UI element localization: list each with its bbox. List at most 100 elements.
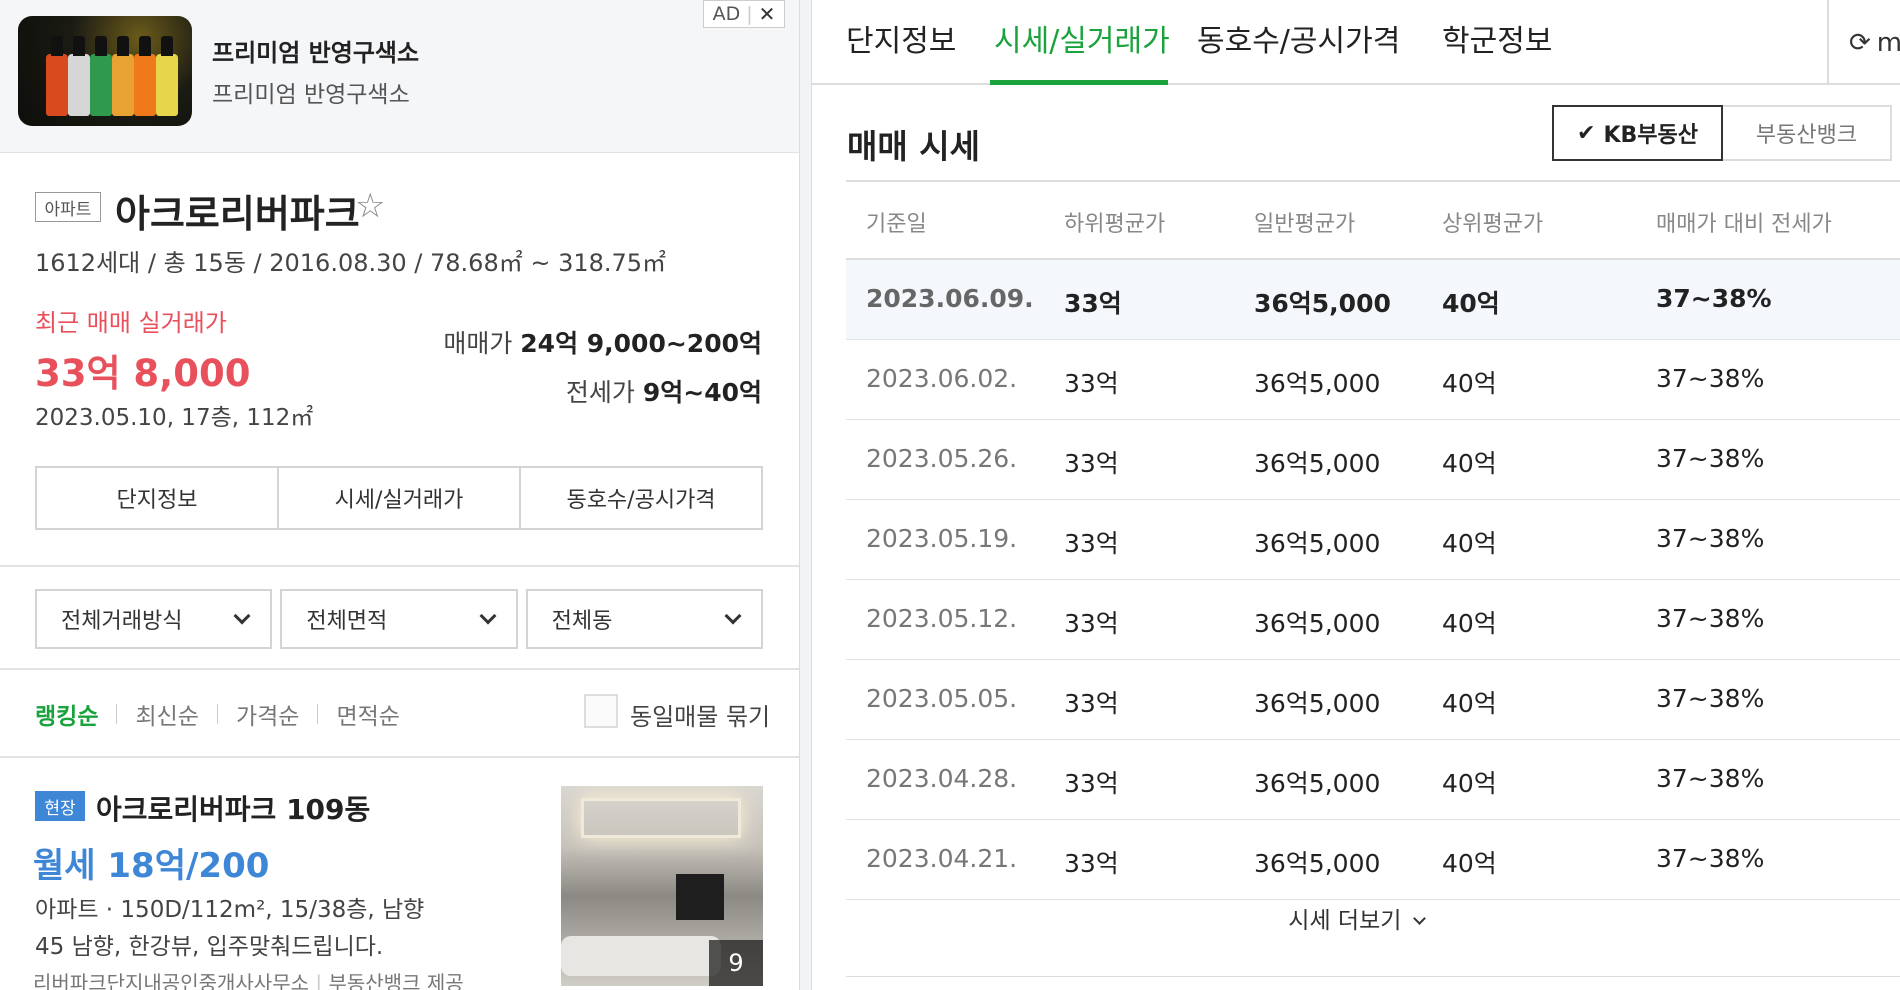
group-listings-checkbox[interactable] bbox=[584, 694, 618, 728]
detail-tabs: 단지정보 시세/실거래가 동호수/공시가격 학군정보 ⟳ m bbox=[812, 0, 1900, 85]
ad-bottle-image bbox=[112, 36, 134, 116]
agent-name[interactable]: 리버파크단지내공인중개사사무소 bbox=[33, 971, 309, 990]
refresh-icon: ⟳ bbox=[1849, 27, 1871, 58]
row-date: 2023.06.02. bbox=[866, 364, 1018, 393]
ad-bottle-image bbox=[134, 36, 156, 116]
listing-badge: 현장 bbox=[35, 791, 85, 821]
sort-options: 랭킹순 최신순 가격순 면적순 bbox=[35, 697, 400, 731]
row-low-avg: 33억 bbox=[1064, 849, 1119, 878]
more-label: 시세 더보기 bbox=[1288, 908, 1402, 934]
row-avg: 36억5,000 bbox=[1254, 449, 1381, 478]
ad-subtitle[interactable]: 프리미엄 반영구색소 bbox=[212, 75, 410, 109]
sort-price[interactable]: 가격순 bbox=[236, 697, 299, 731]
refresh-text: m bbox=[1876, 27, 1900, 58]
sort-latest[interactable]: 최신순 bbox=[135, 697, 198, 731]
tab-market-price[interactable]: 시세/실거래가 bbox=[994, 16, 1170, 60]
row-date: 2023.05.26. bbox=[866, 444, 1018, 473]
source-toggle: ✔ KB부동산 부동산뱅크 bbox=[1552, 105, 1892, 161]
table-header: 기준일 하위평균가 일반평균가 상위평균가 매매가 대비 전세가 bbox=[846, 180, 1900, 260]
close-icon[interactable]: ✕ bbox=[759, 2, 776, 26]
row-high-avg: 40억 bbox=[1442, 449, 1497, 478]
row-lease-ratio: 37~38% bbox=[1656, 764, 1765, 793]
row-date: 2023.06.09. bbox=[866, 284, 1034, 313]
row-avg: 36억5,000 bbox=[1254, 369, 1381, 398]
sort-area[interactable]: 면적순 bbox=[336, 697, 399, 731]
lease-price-value: 9억~40억 bbox=[642, 378, 762, 407]
column-header: 하위평균가 bbox=[1064, 212, 1166, 237]
tab-school[interactable]: 학군정보 bbox=[1442, 16, 1552, 60]
tab-unit-price[interactable]: 동호수/공시가격 bbox=[1197, 16, 1400, 60]
ad-banner[interactable]: 프리미엄 반영구색소 프리미엄 반영구색소 AD | ✕ bbox=[0, 0, 799, 153]
check-icon: ✔ bbox=[1577, 120, 1596, 146]
listing-price[interactable]: 월세 18억/200 bbox=[33, 838, 269, 887]
more-button[interactable]: 시세 더보기 bbox=[812, 901, 1900, 935]
sale-price-value: 24억 9,000~200억 bbox=[520, 329, 762, 358]
ad-thumbnail[interactable] bbox=[18, 16, 192, 126]
listing-spec: 아파트 · 150D/112m², 15/38층, 남향 bbox=[35, 897, 425, 923]
source-kb-button[interactable]: ✔ KB부동산 bbox=[1552, 105, 1723, 161]
listing-agent: 리버파크단지내공인중개사사무소 | 부동산뱅크 제공 bbox=[33, 967, 464, 990]
chevron-down-icon bbox=[233, 607, 251, 625]
divider bbox=[0, 565, 799, 567]
listing-provider: 부동산뱅크 제공 bbox=[328, 971, 464, 990]
row-high-avg: 40억 bbox=[1442, 289, 1500, 318]
listing-title[interactable]: 아크로리버파크 109동 bbox=[96, 788, 370, 828]
source-bank-button[interactable]: 부동산뱅크 bbox=[1723, 105, 1892, 161]
recent-deal-label: 최근 매매 실거래가 bbox=[35, 309, 227, 337]
listing-spec-detail: 150D/112m², 15/38층, 남향 bbox=[120, 897, 425, 923]
seg-button-market-price[interactable]: 시세/실거래가 bbox=[279, 468, 521, 528]
complex-segment-buttons: 단지정보 시세/실거래가 동호수/공시가격 bbox=[35, 466, 763, 530]
complex-meta: 1612세대 / 총 15동 / 2016.08.30 / 78.68㎡ ~ 3… bbox=[35, 249, 667, 277]
row-date: 2023.05.19. bbox=[866, 524, 1018, 553]
section-title: 매매 시세 bbox=[847, 127, 980, 166]
market-price-table: 기준일 하위평균가 일반평균가 상위평균가 매매가 대비 전세가 2023.06… bbox=[846, 180, 1900, 900]
right-panel: 단지정보 시세/실거래가 동호수/공시가격 학군정보 ⟳ m 매매 시세 ✔ K… bbox=[812, 0, 1900, 990]
photo-count: 9 bbox=[709, 940, 763, 986]
filter-building-select[interactable]: 전체동 bbox=[525, 589, 763, 649]
filter-deal-type-select[interactable]: 전체거래방식 bbox=[35, 589, 273, 649]
filter-label: 전체동 bbox=[551, 609, 613, 634]
sort-separator bbox=[116, 704, 118, 724]
active-tab-indicator bbox=[990, 80, 1168, 85]
listing-spec-type: 아파트 bbox=[35, 897, 99, 923]
seg-button-complex-info[interactable]: 단지정보 bbox=[37, 468, 279, 528]
row-low-avg: 33억 bbox=[1064, 529, 1119, 558]
complex-name: 아크로리버파크 bbox=[115, 192, 360, 236]
table-row: 2023.04.21. 33억 36억5,000 40억 37~38% bbox=[846, 820, 1900, 900]
ad-tag-separator: | bbox=[746, 3, 753, 25]
ad-title[interactable]: 프리미엄 반영구색소 bbox=[212, 33, 419, 68]
filter-label: 전체면적 bbox=[306, 609, 388, 634]
sort-separator bbox=[216, 704, 218, 724]
left-panel: 프리미엄 반영구색소 프리미엄 반영구색소 AD | ✕ 아파트 아크로리버파크… bbox=[0, 0, 800, 990]
row-lease-ratio: 37~38% bbox=[1656, 684, 1765, 713]
seg-button-unit-price[interactable]: 동호수/공시가격 bbox=[521, 468, 761, 528]
column-header: 매매가 대비 전세가 bbox=[1656, 212, 1832, 237]
ad-bottle-image bbox=[46, 36, 68, 116]
divider bbox=[846, 976, 1900, 977]
table-body: 2023.06.09. 33억 36억5,000 40억 37~38% 2023.06.0… bbox=[846, 260, 1900, 900]
row-low-avg: 33억 bbox=[1064, 369, 1119, 398]
sort-ranking[interactable]: 랭킹순 bbox=[35, 697, 98, 731]
row-lease-ratio: 37~38% bbox=[1656, 444, 1765, 473]
chevron-down-icon bbox=[1412, 912, 1426, 925]
row-high-avg: 40억 bbox=[1442, 529, 1497, 558]
ad-label: AD bbox=[712, 3, 741, 25]
refresh-button[interactable]: ⟳ m bbox=[1827, 0, 1900, 85]
star-icon[interactable]: ☆ bbox=[355, 186, 385, 226]
row-date: 2023.05.05. bbox=[866, 684, 1018, 713]
filter-bar: 전체거래방식 전체면적 전체동 bbox=[35, 589, 763, 649]
column-header: 일반평균가 bbox=[1254, 212, 1356, 237]
filter-area-select[interactable]: 전체면적 bbox=[280, 589, 518, 649]
group-listings-label[interactable]: 동일매물 묶기 bbox=[630, 697, 770, 732]
recent-deal-detail: 2023.05.10, 17층, 112㎡ bbox=[35, 405, 314, 431]
lease-price-range: 전세가 9억~40억 bbox=[566, 373, 762, 409]
listing-photo[interactable]: 9 bbox=[561, 786, 763, 986]
table-row: 2023.06.02. 33억 36억5,000 40억 37~38% bbox=[846, 340, 1900, 420]
tab-complex-info[interactable]: 단지정보 bbox=[846, 16, 956, 60]
photo-ceiling-light bbox=[581, 798, 741, 838]
row-high-avg: 40억 bbox=[1442, 769, 1497, 798]
ad-bottle-image bbox=[90, 36, 112, 116]
source-kb-label: KB부동산 bbox=[1603, 123, 1698, 148]
table-row: 2023.05.05. 33억 36억5,000 40억 37~38% bbox=[846, 660, 1900, 740]
row-high-avg: 40억 bbox=[1442, 609, 1497, 638]
